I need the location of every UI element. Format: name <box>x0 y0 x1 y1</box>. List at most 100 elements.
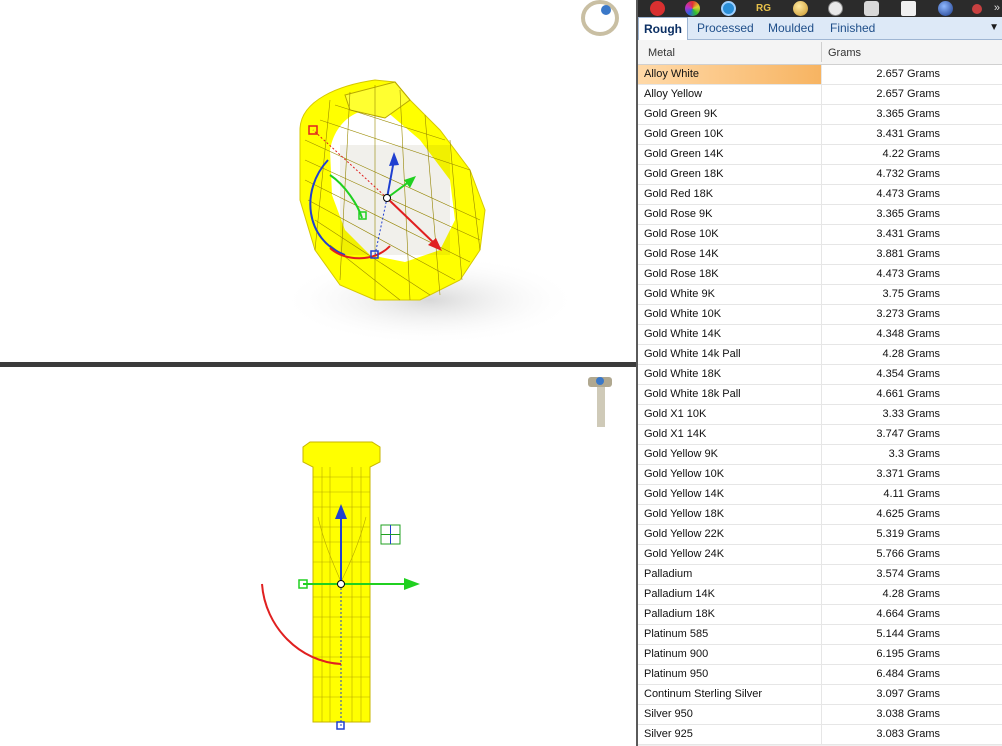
grams-value-cell[interactable]: 3.33 Grams <box>822 405 940 424</box>
metal-name-cell[interactable]: Gold Yellow 24K <box>644 545 724 564</box>
grams-value-cell[interactable]: 5.766 Grams <box>822 545 940 564</box>
grams-value-cell[interactable]: 4.661 Grams <box>822 385 940 404</box>
ring-gear-icon[interactable] <box>721 1 736 16</box>
table-row[interactable]: Gold Red 18K 4.473 Grams <box>638 185 1002 205</box>
grams-value-cell[interactable]: 4.664 Grams <box>822 605 940 624</box>
tab-finished[interactable]: Finished <box>825 17 880 39</box>
table-row[interactable]: Silver 950 3.038 Grams <box>638 705 1002 725</box>
table-row[interactable]: Palladium 18K 4.664 Grams <box>638 605 1002 625</box>
metal-name-cell[interactable]: Gold Rose 9K <box>644 205 712 224</box>
metal-name-cell[interactable]: Gold Yellow 14K <box>644 485 724 504</box>
metal-name-cell[interactable]: Gold Green 9K <box>644 105 717 124</box>
metal-name-cell[interactable]: Continum Sterling Silver <box>644 685 762 704</box>
table-row[interactable]: Alloy Yellow 2.657 Grams <box>638 85 1002 105</box>
metal-name-cell[interactable]: Silver 950 <box>644 705 693 724</box>
rg-icon[interactable]: RG <box>755 0 772 17</box>
grams-value-cell[interactable]: 3.747 Grams <box>822 425 940 444</box>
table-row[interactable]: Gold Rose 10K 3.431 Grams <box>638 225 1002 245</box>
table-row[interactable]: Platinum 900 6.195 Grams <box>638 645 1002 665</box>
table-row[interactable]: Gold White 18k Pall 4.661 Grams <box>638 385 1002 405</box>
perspective-viewport[interactable] <box>0 0 636 362</box>
grams-value-cell[interactable]: 6.195 Grams <box>822 645 940 664</box>
table-row[interactable]: Gold Rose 18K 4.473 Grams <box>638 265 1002 285</box>
metal-name-cell[interactable]: Gold X1 10K <box>644 405 706 424</box>
metal-name-cell[interactable]: Gold Green 18K <box>644 165 724 184</box>
column-header-metal[interactable]: Metal <box>648 40 675 66</box>
table-row[interactable]: Gold Green 18K 4.732 Grams <box>638 165 1002 185</box>
metal-name-cell[interactable]: Gold Yellow 9K <box>644 445 718 464</box>
grams-value-cell[interactable]: 5.144 Grams <box>822 625 940 644</box>
table-row[interactable]: Gold Yellow 24K 5.766 Grams <box>638 545 1002 565</box>
table-row[interactable]: Palladium 14K 4.28 Grams <box>638 585 1002 605</box>
grams-value-cell[interactable]: 4.28 Grams <box>822 585 940 604</box>
table-row[interactable]: Silver 925 3.083 Grams <box>638 725 1002 745</box>
metal-name-cell[interactable]: Gold White 14K <box>644 325 721 344</box>
compass-icon[interactable] <box>828 1 843 16</box>
grams-value-cell[interactable]: 3.038 Grams <box>822 705 940 724</box>
metal-name-cell[interactable]: Platinum 900 <box>644 645 708 664</box>
metal-name-cell[interactable]: Gold Yellow 18K <box>644 505 724 524</box>
grams-value-cell[interactable]: 3.881 Grams <box>822 245 940 264</box>
grams-value-cell[interactable]: 3.431 Grams <box>822 125 940 144</box>
column-header-grams[interactable]: Grams <box>828 40 861 66</box>
metal-name-cell[interactable]: Gold Rose 10K <box>644 225 719 244</box>
metal-name-cell[interactable]: Palladium <box>644 565 692 584</box>
table-row[interactable]: Gold White 14k Pall 4.28 Grams <box>638 345 1002 365</box>
table-row[interactable]: Gold Rose 14K 3.881 Grams <box>638 245 1002 265</box>
grams-value-cell[interactable]: 2.657 Grams <box>822 65 940 84</box>
grams-value-cell[interactable]: 3.083 Grams <box>822 725 940 744</box>
tab-processed[interactable]: Processed <box>692 17 759 39</box>
table-row[interactable]: Gold White 10K 3.273 Grams <box>638 305 1002 325</box>
table-row[interactable]: Gold Green 10K 3.431 Grams <box>638 125 1002 145</box>
cube-icon[interactable] <box>901 1 916 16</box>
metal-name-cell[interactable]: Gold Yellow 10K <box>644 465 724 484</box>
grams-value-cell[interactable]: 3.75 Grams <box>822 285 940 304</box>
grams-value-cell[interactable]: 6.484 Grams <box>822 665 940 684</box>
table-row[interactable]: Gold White 18K 4.354 Grams <box>638 365 1002 385</box>
metal-name-cell[interactable]: Platinum 585 <box>644 625 708 644</box>
table-row[interactable]: Palladium 3.574 Grams <box>638 565 1002 585</box>
table-row[interactable]: Gold White 14K 4.348 Grams <box>638 325 1002 345</box>
gold-sphere-icon[interactable] <box>793 1 808 16</box>
metal-name-cell[interactable]: Gold Yellow 22K <box>644 525 724 544</box>
table-row[interactable]: Gold Yellow 10K 3.371 Grams <box>638 465 1002 485</box>
grams-value-cell[interactable]: 4.473 Grams <box>822 185 940 204</box>
metal-name-cell[interactable]: Gold X1 14K <box>644 425 706 444</box>
grams-value-cell[interactable]: 3.365 Grams <box>822 205 940 224</box>
tool-icon[interactable] <box>972 4 982 14</box>
metal-name-cell[interactable]: Gold Green 10K <box>644 125 724 144</box>
metal-name-cell[interactable]: Gold White 18K <box>644 365 721 384</box>
metal-name-cell[interactable]: Alloy White <box>644 65 699 84</box>
table-row[interactable]: Gold X1 14K 3.747 Grams <box>638 425 1002 445</box>
table-row[interactable]: Gold Rose 9K 3.365 Grams <box>638 205 1002 225</box>
ring-wireframe-perspective[interactable] <box>299 79 486 301</box>
grams-value-cell[interactable]: 2.657 Grams <box>822 85 940 104</box>
table-row[interactable]: Gold Yellow 9K 3.3 Grams <box>638 445 1002 465</box>
metal-name-cell[interactable]: Palladium 14K <box>644 585 715 604</box>
tab-dropdown-icon[interactable]: ▼ <box>989 17 999 39</box>
grams-value-cell[interactable]: 3.273 Grams <box>822 305 940 324</box>
grams-value-cell[interactable]: 3.3 Grams <box>822 445 940 464</box>
table-row[interactable]: Gold White 9K 3.75 Grams <box>638 285 1002 305</box>
tab-moulded[interactable]: Moulded <box>763 17 819 39</box>
metal-name-cell[interactable]: Gold Rose 18K <box>644 265 719 284</box>
plane-handle-icon[interactable] <box>380 524 401 545</box>
metal-name-cell[interactable]: Gold White 9K <box>644 285 715 304</box>
metal-name-cell[interactable]: Gold White 18k Pall <box>644 385 741 404</box>
metal-name-cell[interactable]: Gold White 14k Pall <box>644 345 741 364</box>
grams-value-cell[interactable]: 4.732 Grams <box>822 165 940 184</box>
sphere-icon[interactable] <box>938 1 953 16</box>
grams-value-cell[interactable]: 3.365 Grams <box>822 105 940 124</box>
mug-icon[interactable] <box>864 1 879 16</box>
grams-value-cell[interactable]: 4.473 Grams <box>822 265 940 284</box>
tab-rough[interactable]: Rough <box>638 17 688 40</box>
table-row[interactable]: Gold X1 10K 3.33 Grams <box>638 405 1002 425</box>
metal-name-cell[interactable]: Gold Rose 14K <box>644 245 719 264</box>
grams-value-cell[interactable]: 4.348 Grams <box>822 325 940 344</box>
grams-value-cell[interactable]: 4.625 Grams <box>822 505 940 524</box>
grams-value-cell[interactable]: 4.28 Grams <box>822 345 940 364</box>
grams-value-cell[interactable]: 4.354 Grams <box>822 365 940 384</box>
metal-name-cell[interactable]: Platinum 950 <box>644 665 708 684</box>
grams-value-cell[interactable]: 4.11 Grams <box>822 485 940 504</box>
more-tools-icon[interactable]: » <box>994 0 1000 17</box>
